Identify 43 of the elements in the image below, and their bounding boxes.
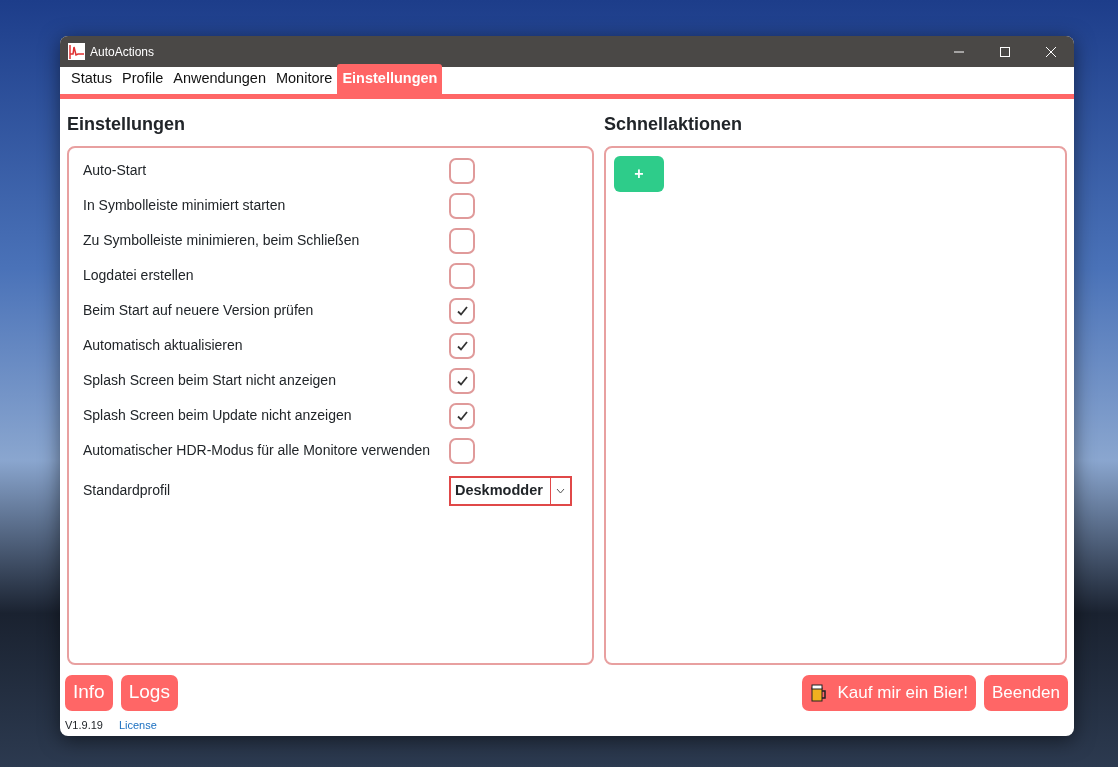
checkbox[interactable] (449, 332, 475, 359)
setting-label: Splash Screen beim Update nicht anzeigen (82, 406, 353, 425)
section-heading: Schnellaktionen (604, 113, 744, 136)
close-icon (1046, 46, 1056, 57)
setting-label: In Symbolleiste minimiert starten (82, 196, 287, 215)
action-button[interactable]: Kauf mir ein Bier! (801, 674, 976, 711)
action-button[interactable]: Info (65, 674, 113, 711)
setting-label: Splash Screen beim Start nicht anzeigen (82, 371, 337, 390)
checkmark-icon (456, 340, 468, 351)
tab[interactable]: Einstellungen (337, 64, 443, 94)
beer-mug-icon (809, 682, 828, 703)
profile-dropdown[interactable]: Deskmodder (449, 475, 572, 506)
checkmark-icon (456, 410, 468, 421)
tab[interactable]: Profile (117, 64, 169, 94)
setting-label: Automatisch aktualisieren (82, 336, 244, 355)
checkbox[interactable] (449, 192, 475, 219)
checkmark-icon (456, 375, 468, 386)
setting-label: Zu Symbolleiste minimieren, beim Schließen (82, 231, 361, 250)
maximize-icon (1000, 46, 1010, 57)
setting-label: Standardprofil (82, 481, 172, 500)
setting-label: Automatischer HDR-Modus für alle Monitore verwenden (82, 441, 432, 460)
setting-label: Logdatei erstellen (82, 266, 195, 285)
tab[interactable]: Anwendungen (168, 64, 271, 94)
checkbox[interactable] (449, 262, 475, 289)
window-title: AutoActions (90, 43, 155, 61)
app-logo-icon (68, 43, 85, 60)
action-button[interactable]: Logs (120, 674, 178, 711)
checkbox[interactable] (449, 227, 475, 254)
action-button[interactable]: Beenden (983, 674, 1068, 711)
tab[interactable]: Monitore (270, 64, 338, 94)
chevron-down-icon (556, 487, 565, 494)
checkbox[interactable] (449, 437, 475, 464)
setting-label: Auto-Start (82, 161, 148, 180)
license-link[interactable]: License (118, 716, 157, 733)
checkbox[interactable] (449, 157, 475, 184)
checkbox[interactable] (449, 367, 475, 394)
version-label: V1.9.19 (65, 717, 103, 733)
setting-label: Beim Start auf neuere Version prüfen (82, 301, 315, 320)
checkmark-icon (456, 305, 468, 316)
checkbox[interactable] (449, 402, 475, 429)
section-heading: Einstellungen (67, 113, 186, 136)
checkbox[interactable] (449, 297, 475, 324)
tab[interactable]: Status (66, 64, 118, 94)
